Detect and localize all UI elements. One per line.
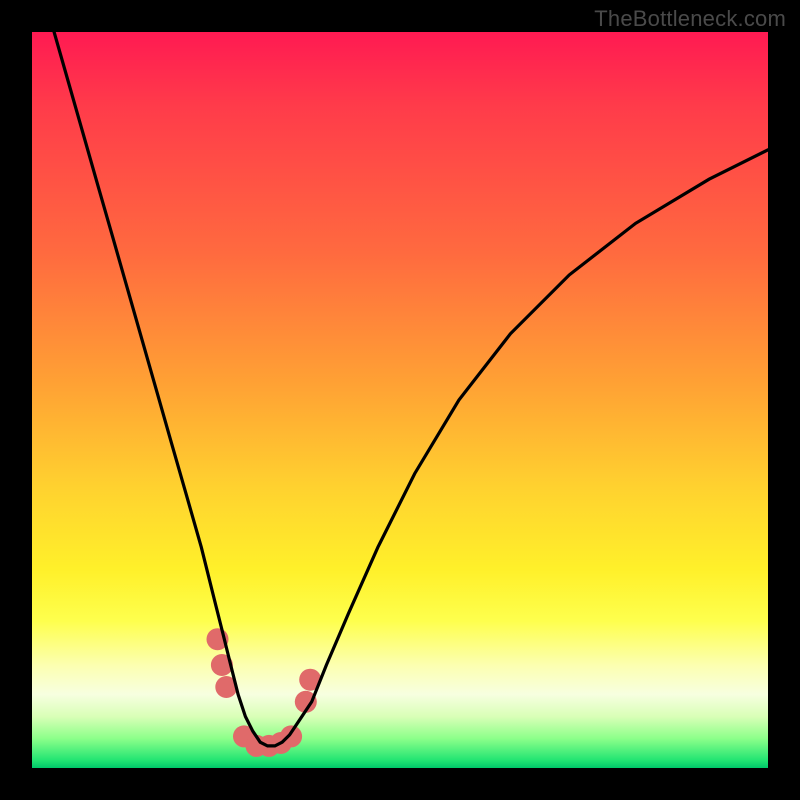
curve-layer — [32, 32, 768, 768]
attribution-text: TheBottleneck.com — [594, 6, 786, 32]
outer-frame: TheBottleneck.com — [0, 0, 800, 800]
plot-area — [32, 32, 768, 768]
data-marker — [280, 725, 302, 747]
bottleneck-curve — [54, 32, 768, 746]
data-markers — [207, 628, 322, 757]
